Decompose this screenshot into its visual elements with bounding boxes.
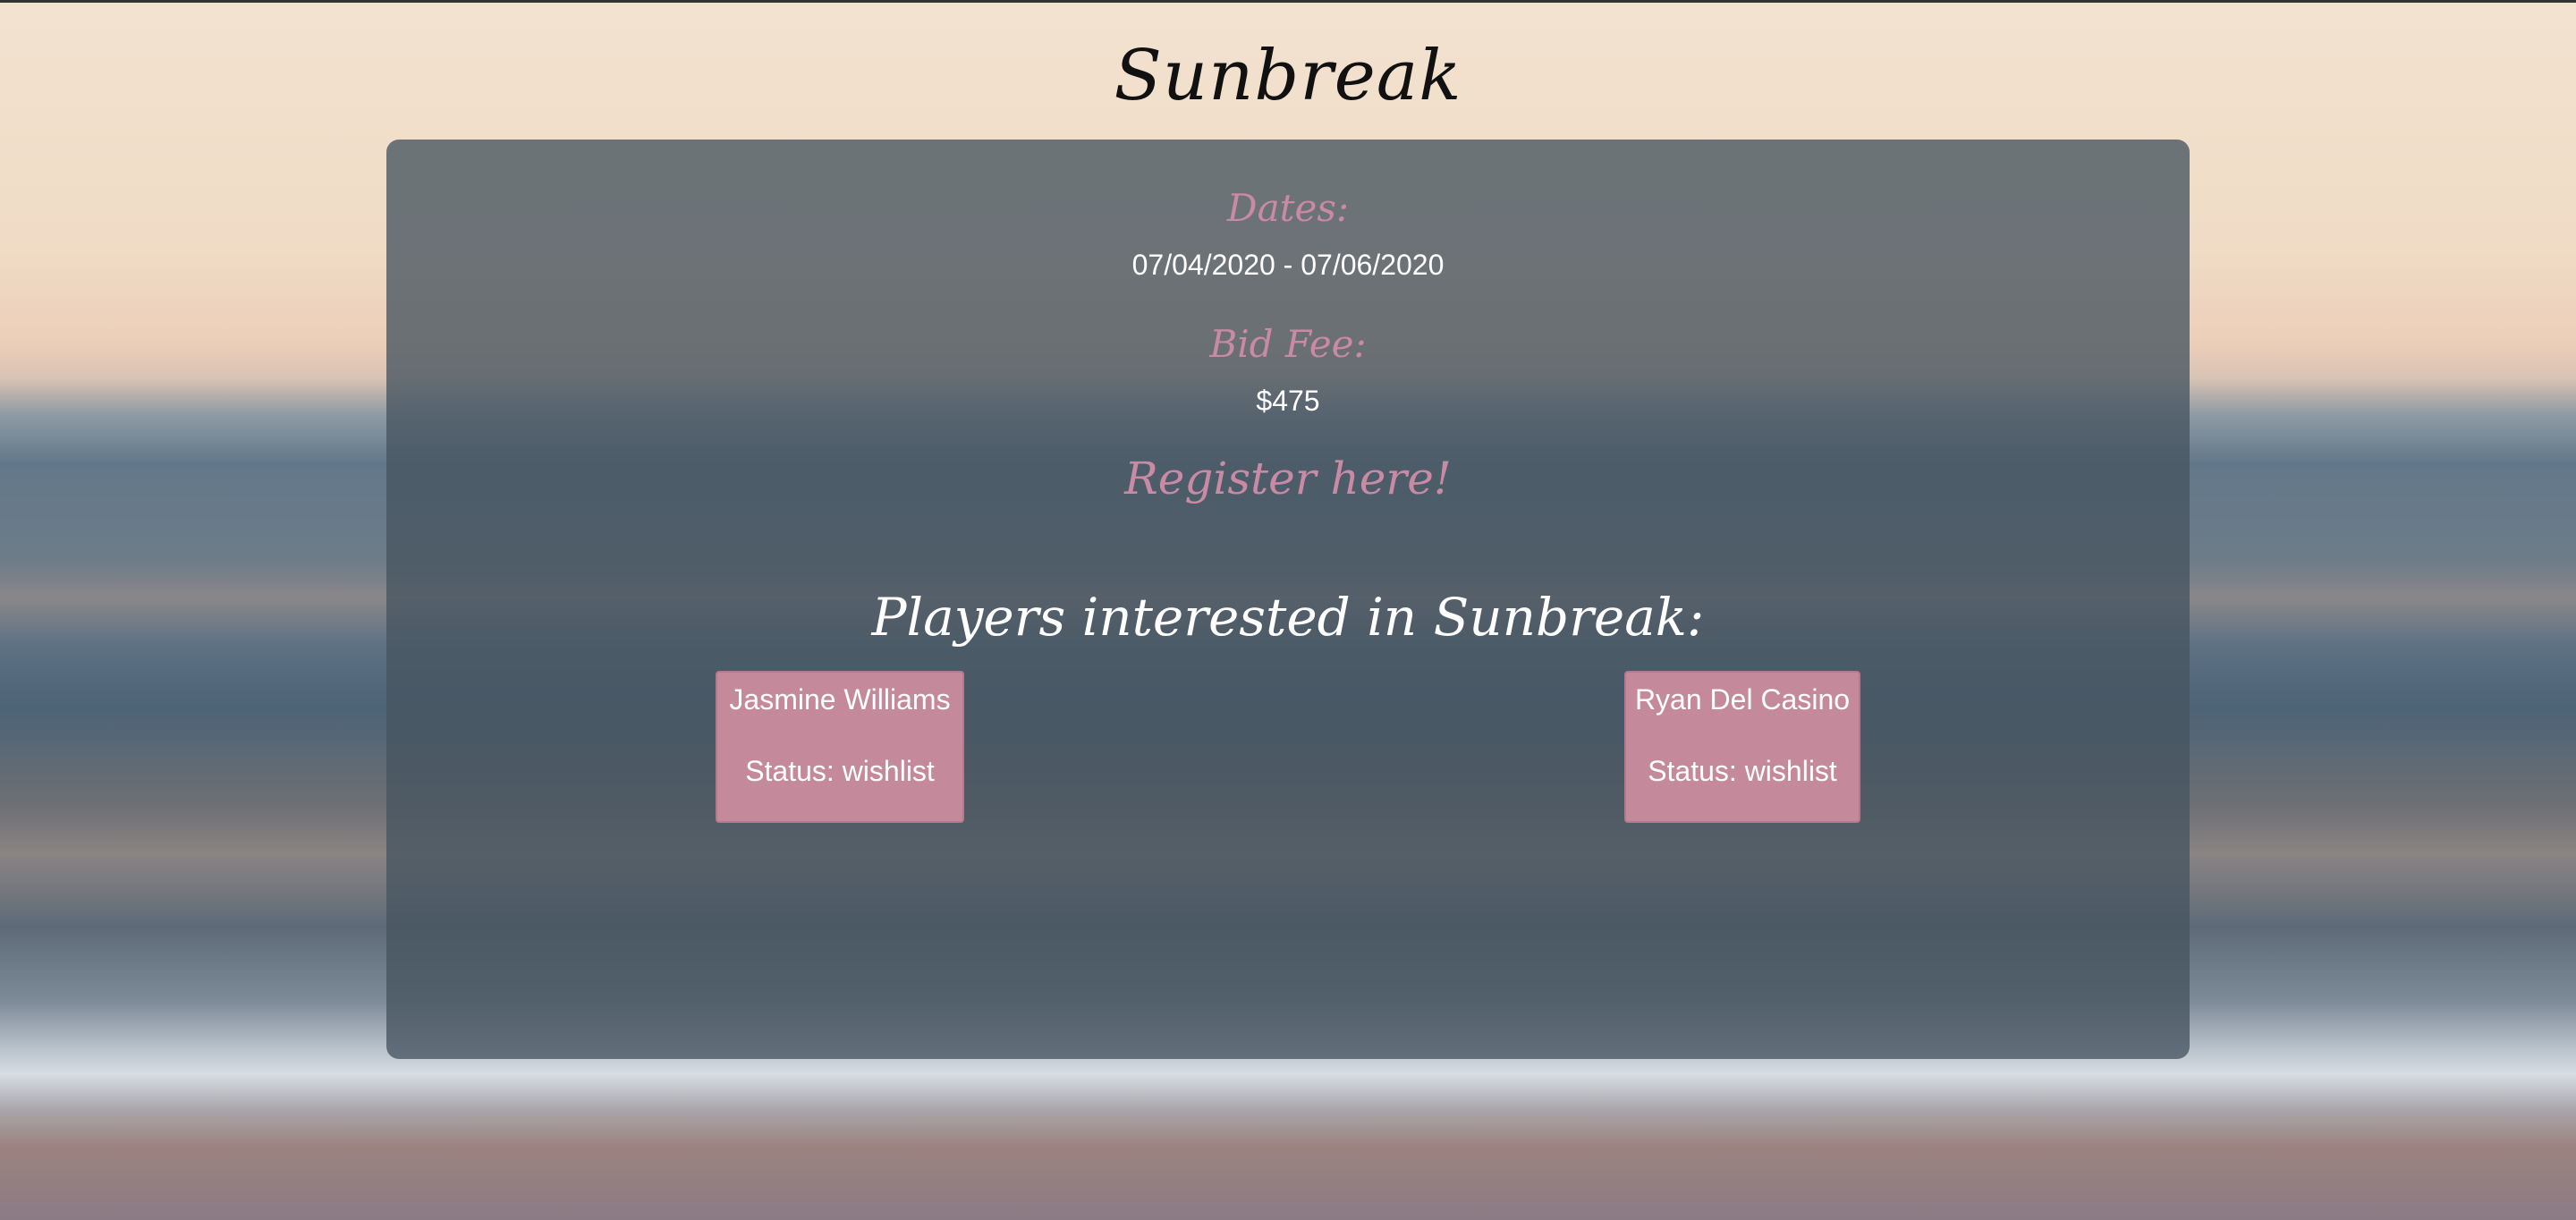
page-title: Sunbreak	[1114, 36, 1462, 116]
player-card[interactable]: Ryan Del Casino Status: wishlist	[1624, 671, 1860, 823]
player-status: Status: wishlist	[1648, 755, 1837, 787]
bid-fee-value: $475	[1256, 385, 1320, 417]
top-border	[0, 0, 2576, 3]
player-name: Ryan Del Casino	[1634, 683, 1851, 716]
bid-fee-label: Bid Fee:	[1209, 322, 1367, 366]
event-panel: Dates: 07/04/2020 - 07/06/2020 Bid Fee: …	[386, 140, 2190, 1059]
player-name: Jasmine Williams	[729, 683, 951, 716]
players-heading: Players interested in Sunbreak:	[871, 587, 1705, 648]
player-status: Status: wishlist	[745, 755, 935, 787]
dates-value: 07/04/2020 - 07/06/2020	[1131, 249, 1445, 281]
register-link[interactable]: Register here!	[386, 453, 2190, 504]
dates-label: Dates:	[1226, 186, 1350, 230]
player-card[interactable]: Jasmine Williams Status: wishlist	[716, 671, 964, 823]
